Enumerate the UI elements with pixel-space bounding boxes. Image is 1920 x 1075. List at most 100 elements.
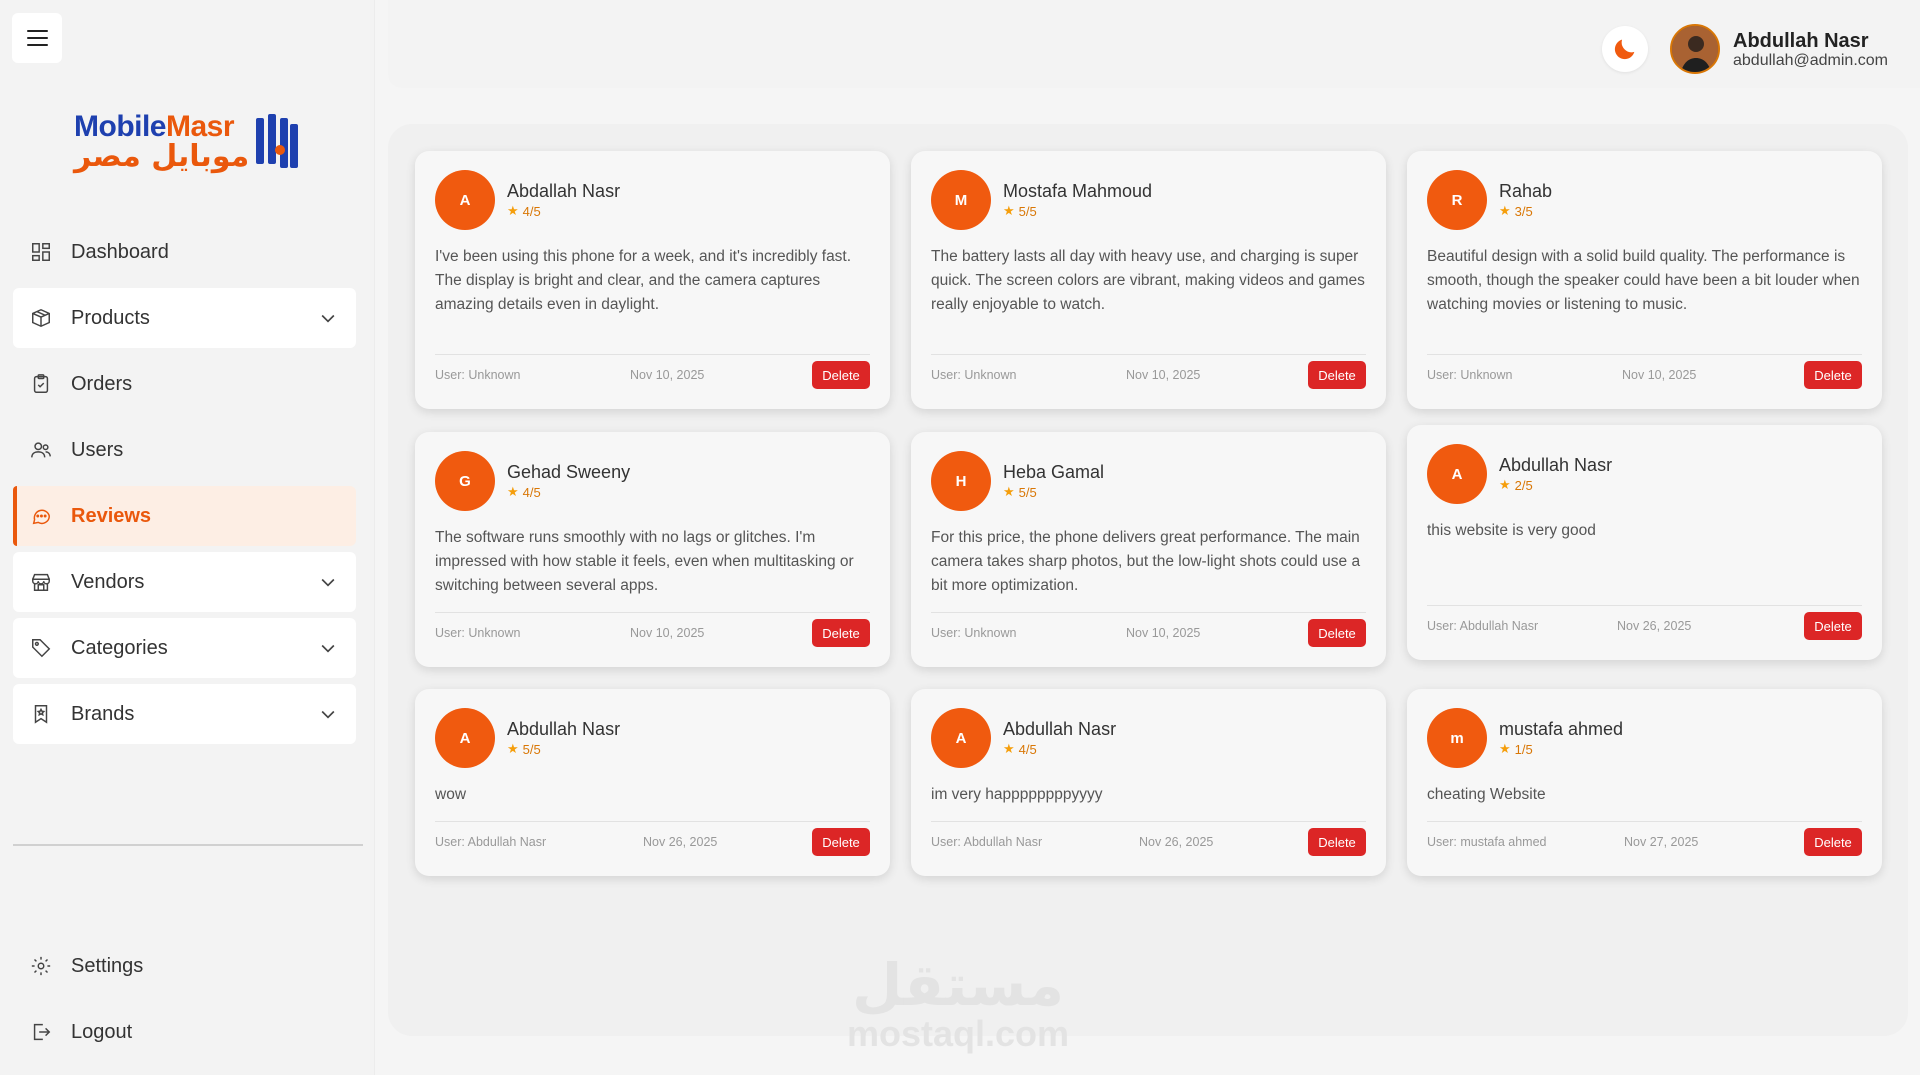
rating-value: 2/5 xyxy=(1514,477,1533,493)
review-rating: ★ 5/5 xyxy=(1003,484,1037,500)
sidebar-item-label: Categories xyxy=(71,636,168,659)
watermark-english: mostaql.com xyxy=(846,1013,1070,1054)
reviewer-name: Heba Gamal xyxy=(1003,462,1105,482)
bookmark-icon xyxy=(29,702,53,726)
reviewer-avatar: A xyxy=(931,708,991,768)
star-icon: ★ xyxy=(1499,741,1511,756)
delete-button[interactable]: Delete xyxy=(1804,361,1862,389)
watermark-arabic: مستقل xyxy=(851,951,1065,1019)
review-text: wow xyxy=(435,786,467,803)
user-name: Abdullah Nasr xyxy=(1733,30,1869,52)
delete-button[interactable]: Delete xyxy=(1804,828,1862,856)
sidebar-item-label: Brands xyxy=(71,702,135,725)
chevron-down-icon[interactable] xyxy=(318,704,338,724)
chevron-down-icon[interactable] xyxy=(318,572,338,592)
review-rating: ★ 4/5 xyxy=(507,484,541,500)
chat-icon xyxy=(29,504,53,528)
rating-value: 5/5 xyxy=(1018,203,1037,219)
topbar: Abdullah Nasr abdullah@admin.com xyxy=(388,0,1920,88)
reviewer-avatar: A xyxy=(1427,444,1487,504)
chevron-down-icon[interactable] xyxy=(318,638,338,658)
review-date: Nov 10, 2025 xyxy=(630,368,705,382)
review-user: User: Abdullah Nasr xyxy=(1427,619,1539,633)
review-text: this website is very good xyxy=(1427,522,1596,539)
review-text: The battery lasts all day with heavy use… xyxy=(931,248,1365,313)
store-icon xyxy=(29,570,53,594)
menu-toggle-button[interactable] xyxy=(12,13,62,63)
review-date: Nov 26, 2025 xyxy=(643,835,718,849)
review-rating: ★ 4/5 xyxy=(507,203,541,219)
chevron-down-icon[interactable] xyxy=(318,308,338,328)
review-card: A Abdallah Nasr ★ 4/5 I've been using thi… xyxy=(415,151,890,409)
sidebar-item-settings[interactable]: Settings xyxy=(13,936,356,996)
menu-icon-bar xyxy=(26,30,48,32)
review-text: cheating Website xyxy=(1427,786,1546,803)
sidebar-item-products[interactable]: Products xyxy=(13,288,356,348)
logo-mark-icon xyxy=(256,114,298,168)
sidebar-item-orders[interactable]: Orders xyxy=(13,354,356,414)
reviews-panel: A Abdallah Nasr ★ 4/5 I've been using thi… xyxy=(388,124,1908,1036)
review-rating: ★ 5/5 xyxy=(507,741,541,757)
review-card: R Rahab ★ 3/5 Beautiful design with a sol… xyxy=(1407,151,1882,409)
delete-button[interactable]: Delete xyxy=(1308,828,1366,856)
card-divider xyxy=(931,821,1366,822)
sidebar-item-logout[interactable]: Logout xyxy=(13,1002,356,1062)
theme-toggle-button[interactable] xyxy=(1602,26,1648,72)
sidebar-item-label: Reviews xyxy=(71,504,152,527)
review-user: User: Unknown xyxy=(435,626,521,640)
reviewer-avatar: G xyxy=(435,451,495,511)
watermark: مستقل mostaql.com xyxy=(843,955,1073,1053)
clipboard-icon xyxy=(29,372,53,396)
rating-value: 4/5 xyxy=(522,484,541,500)
review-text: I've been using this phone for a week, a… xyxy=(435,248,852,313)
sidebar-item-users[interactable]: Users xyxy=(13,420,356,480)
delete-button[interactable]: Delete xyxy=(1308,619,1366,647)
card-divider xyxy=(1427,821,1862,822)
star-icon: ★ xyxy=(1003,203,1015,218)
delete-button[interactable]: Delete xyxy=(1308,361,1366,389)
delete-button[interactable]: Delete xyxy=(812,828,870,856)
review-user: User: mustafa ahmed xyxy=(1427,835,1547,849)
review-text: The software runs smoothly with no lags … xyxy=(435,529,854,594)
review-date: Nov 10, 2025 xyxy=(1622,368,1697,382)
sidebar-item-reviews[interactable]: Reviews xyxy=(13,486,356,546)
card-divider xyxy=(931,354,1366,355)
review-rating: ★ 1/5 xyxy=(1499,741,1533,757)
reviewer-name: Rahab xyxy=(1499,181,1553,201)
review-user: User: Unknown xyxy=(435,368,521,382)
rating-value: 3/5 xyxy=(1514,203,1533,219)
review-text: For this price, the phone delivers great… xyxy=(931,529,1361,594)
star-icon: ★ xyxy=(1499,477,1511,492)
reviewer-name: Abdallah Nasr xyxy=(507,181,621,201)
reviewer-name: Mostafa Mahmoud xyxy=(1003,181,1153,201)
review-card: m mustafa ahmed ★ 1/5 cheating Website Us… xyxy=(1407,689,1882,876)
logo-text-arabic: موبايل مصر xyxy=(74,139,250,174)
card-divider xyxy=(435,354,870,355)
delete-button[interactable]: Delete xyxy=(812,619,870,647)
review-card: A Abdullah Nasr ★ 2/5 this website is ver… xyxy=(1407,425,1882,660)
review-card: M Mostafa Mahmoud ★ 5/5 The battery lasts… xyxy=(911,151,1386,409)
delete-button[interactable]: Delete xyxy=(1804,612,1862,640)
sidebar-item-vendors[interactable]: Vendors xyxy=(13,552,356,612)
moon-icon xyxy=(1614,39,1635,60)
review-date: Nov 10, 2025 xyxy=(630,626,705,640)
reviewer-name: Abdullah Nasr xyxy=(507,719,621,739)
avatar[interactable] xyxy=(1670,24,1720,74)
brand-logo[interactable]: MobileMasr موبايل مصر xyxy=(74,110,304,175)
star-icon: ★ xyxy=(1003,484,1015,499)
sidebar-item-label: Vendors xyxy=(71,570,145,593)
delete-button[interactable]: Delete xyxy=(812,361,870,389)
sidebar-item-label: Dashboard xyxy=(71,240,169,263)
review-card: H Heba Gamal ★ 5/5 For this price, the ph… xyxy=(911,432,1386,667)
card-divider xyxy=(435,821,870,822)
sidebar-item-dashboard[interactable]: Dashboard xyxy=(13,222,356,282)
avatar-photo xyxy=(1672,26,1718,72)
star-icon: ★ xyxy=(507,203,519,218)
sidebar-item-categories[interactable]: Categories xyxy=(13,618,356,678)
sidebar-item-label: Settings xyxy=(71,954,144,977)
review-rating: ★ 3/5 xyxy=(1499,203,1533,219)
sidebar-item-label: Orders xyxy=(71,372,133,395)
sidebar-item-brands[interactable]: Brands xyxy=(13,684,356,744)
review-card: G Gehad Sweeny ★ 4/5 The software runs sm… xyxy=(415,432,890,667)
card-divider xyxy=(435,612,870,613)
